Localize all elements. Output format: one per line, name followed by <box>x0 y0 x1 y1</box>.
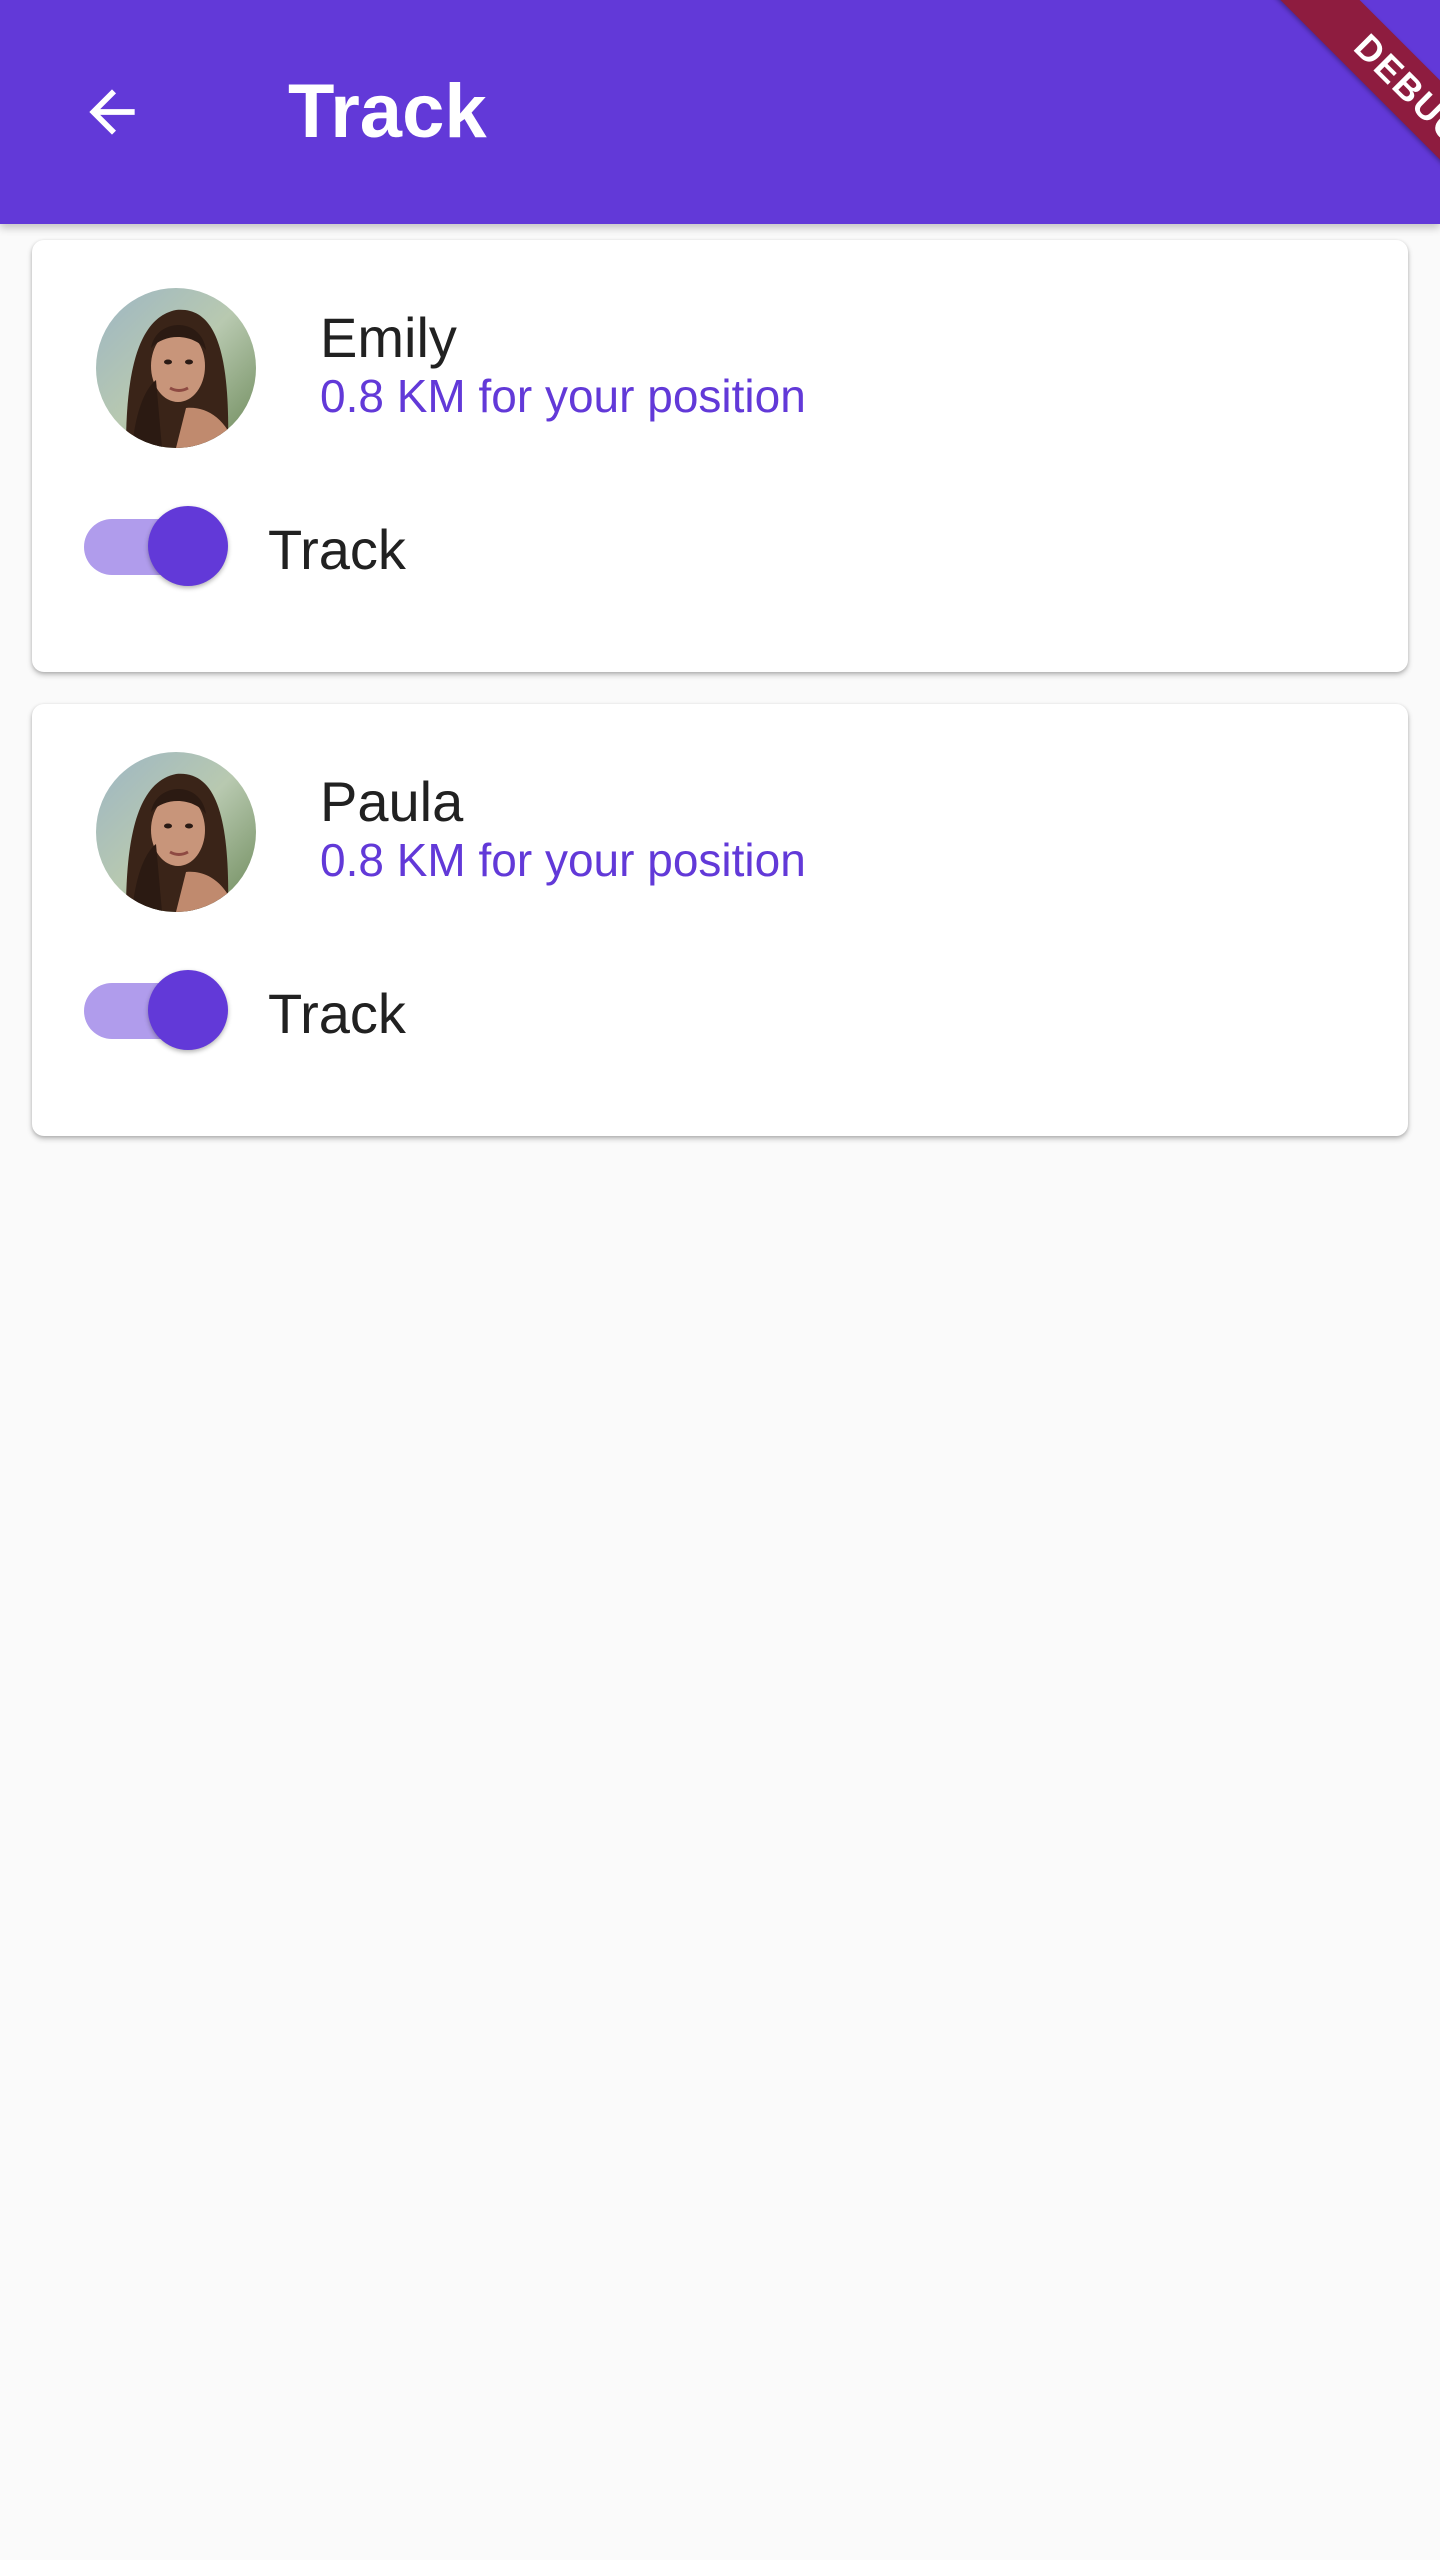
contact-card: Paula 0.8 KM for your position Track <box>32 704 1408 1136</box>
back-button[interactable] <box>52 52 172 172</box>
switch-thumb <box>148 506 228 586</box>
track-switch-label: Track <box>268 982 406 1045</box>
page-title: Track <box>288 69 487 154</box>
track-switch[interactable] <box>84 964 232 1056</box>
switch-thumb <box>148 970 228 1050</box>
avatar <box>96 752 256 912</box>
track-switch-label: Track <box>268 518 406 581</box>
contact-name: Emily <box>320 306 457 369</box>
contact-distance: 0.8 KM for your position <box>320 834 806 886</box>
avatar <box>96 288 256 448</box>
app-bar: Track <box>0 0 1440 224</box>
track-switch[interactable] <box>84 500 232 592</box>
contact-distance: 0.8 KM for your position <box>320 370 806 422</box>
arrow-back-icon <box>89 89 135 135</box>
contact-card: Emily 0.8 KM for your position Track <box>32 240 1408 672</box>
contact-name: Paula <box>320 770 464 833</box>
